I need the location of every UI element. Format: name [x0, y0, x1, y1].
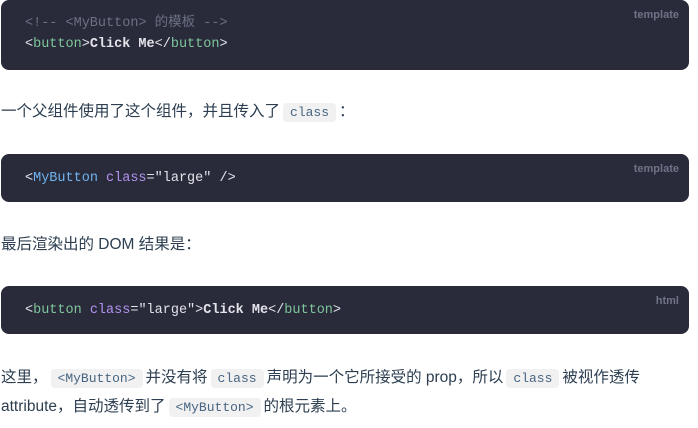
paragraph-text: ： — [339, 103, 355, 120]
paragraph-text: 最后渲染出的 DOM 结果是： — [1, 236, 201, 253]
code-line: <MyButton class="large" /> — [25, 168, 665, 189]
code-string: "large" — [138, 303, 196, 318]
code-attr: class — [106, 171, 147, 186]
code-punct: = — [146, 171, 155, 186]
code-lang-label: template — [633, 9, 679, 21]
paragraph-text: 一个父组件使用了这个组件，并且传入了 — [1, 103, 281, 120]
paragraph: 一个父组件使用了这个组件，并且传入了 class： — [1, 98, 691, 127]
code-tag: button — [33, 303, 82, 318]
code-block-html: html <button class="large">Click Me</but… — [1, 286, 689, 334]
code-line: <button>Click Me</button> — [25, 34, 665, 55]
code-block-template-2: template <MyButton class="large" /> — [1, 154, 689, 202]
code-lang-label: html — [655, 295, 679, 307]
code-punct: > — [81, 37, 90, 52]
inline-code: class — [210, 369, 264, 388]
code-punct: > — [219, 37, 228, 52]
code-punct: < — [25, 171, 34, 186]
paragraph: 这里， <MyButton> 并没有将 class 声明为一个它所接受的 prop，所以… — [1, 364, 691, 422]
code-punct: </ — [268, 303, 285, 318]
paragraph-text: 这里， — [1, 369, 48, 386]
code-punct: < — [25, 37, 34, 52]
paragraph: 最后渲染出的 DOM 结果是： — [1, 231, 691, 259]
code-punct: > — [332, 303, 342, 318]
inline-code: class — [506, 369, 560, 388]
code-tag: button — [170, 37, 220, 52]
code-punct: /> — [211, 171, 236, 186]
inline-code: <MyButton> — [50, 369, 143, 388]
inline-code: class — [283, 103, 337, 122]
code-punct: </ — [154, 37, 171, 52]
code-punct: < — [25, 303, 34, 318]
code-line: <button class="large">Click Me</button> — [25, 300, 665, 321]
code-string: "large" — [154, 171, 212, 186]
code-block-template-1: template <!-- <MyButton> 的模板 --> <button… — [1, 0, 689, 70]
inline-code: <MyButton> — [168, 398, 261, 417]
code-tag: button — [284, 303, 333, 318]
code-text: Click Me — [203, 303, 269, 318]
code-attr: class — [89, 303, 131, 318]
paragraph-text: 声明为一个它所接受的 prop，所以 — [266, 369, 504, 386]
code-tag: button — [33, 37, 82, 52]
paragraph-text: 并没有将 — [145, 369, 208, 386]
code-component: MyButton — [33, 171, 98, 186]
code-line: <!-- <MyButton> 的模板 --> — [25, 13, 665, 34]
code-text: Click Me — [89, 37, 155, 52]
code-lang-label: template — [633, 163, 679, 175]
paragraph-text: 的根元素上。 — [263, 398, 357, 415]
code-comment: <!-- <MyButton> 的模板 --> — [25, 16, 228, 31]
